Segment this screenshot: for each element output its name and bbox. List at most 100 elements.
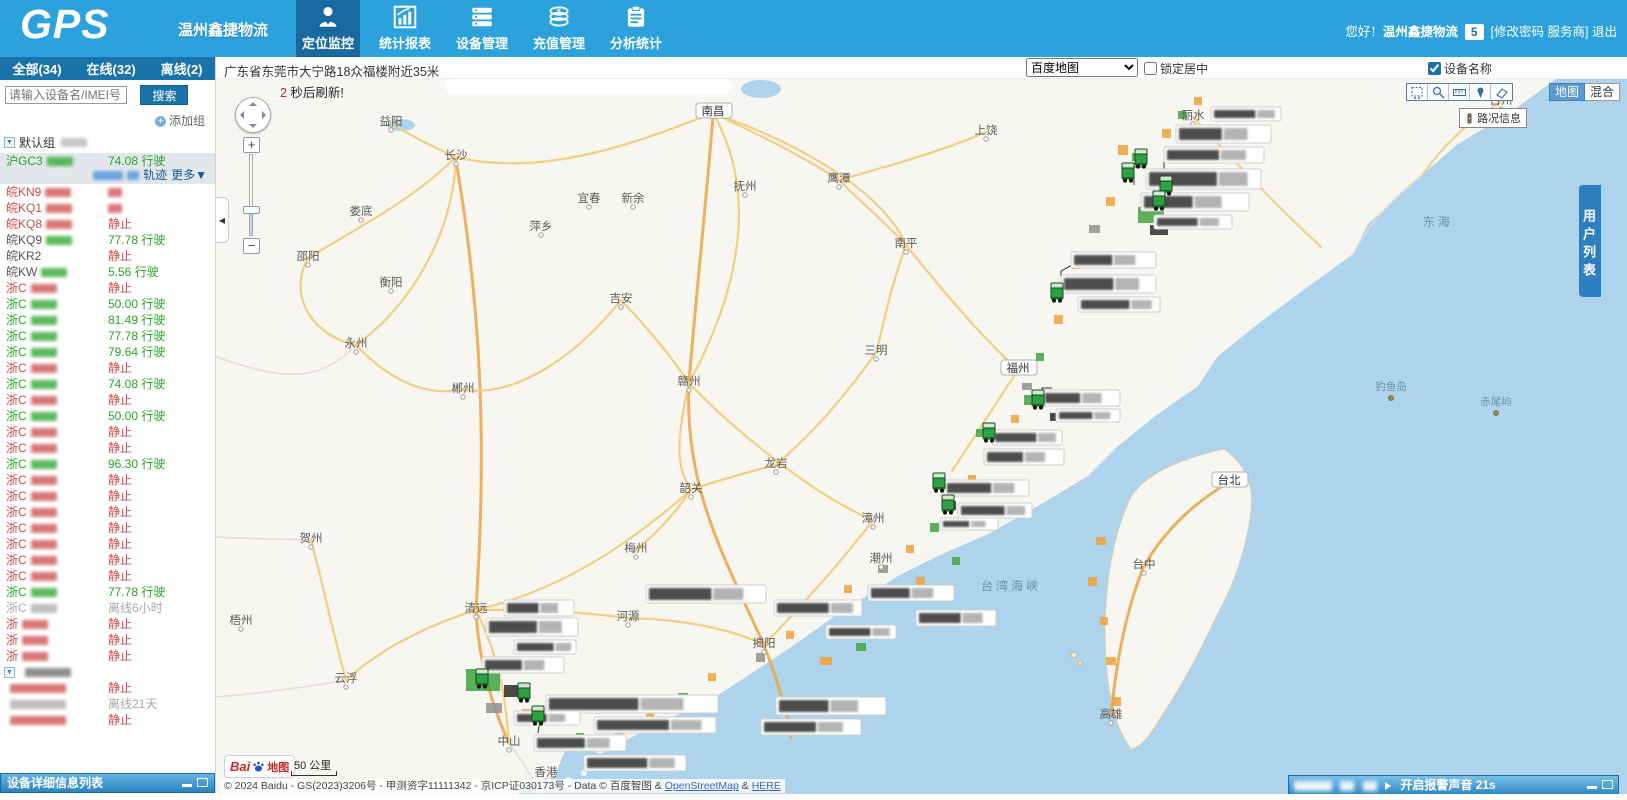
device-search-input[interactable]: [5, 86, 127, 104]
minimize-icon[interactable]: [1587, 786, 1597, 789]
zoom-in-button[interactable]: +: [243, 137, 260, 153]
traffic-info-button[interactable]: 路况信息: [1459, 108, 1527, 128]
zoom-slider-track[interactable]: [249, 154, 253, 236]
device-row[interactable]: 皖KQ1: [0, 200, 215, 216]
device-group-header[interactable]: ▼: [0, 664, 215, 680]
tab-offline-devices[interactable]: 离线(2): [161, 59, 203, 78]
nav-tab-device-management[interactable]: 设备管理: [450, 0, 514, 57]
device-group-header[interactable]: ▼默认组: [0, 131, 215, 153]
message-count-badge[interactable]: 5: [1465, 24, 1484, 40]
device-row[interactable]: 皖KQ8静止: [0, 216, 215, 232]
device-detail-bar[interactable]: 设备详细信息列表: [0, 773, 215, 793]
device-row[interactable]: 静止: [0, 712, 215, 728]
eraser-icon[interactable]: [1491, 84, 1512, 100]
pan-up-icon[interactable]: [249, 102, 257, 106]
zoom-tool-icon[interactable]: [1428, 84, 1449, 100]
device-row[interactable]: 浙静止: [0, 648, 215, 664]
tab-online-devices[interactable]: 在线(32): [87, 59, 136, 78]
device-row[interactable]: 浙C静止: [0, 568, 215, 584]
marquee-select-icon[interactable]: [1407, 84, 1428, 100]
alarm-sound-bar[interactable]: 开启报警声音 21s: [1288, 775, 1619, 795]
add-group-link[interactable]: +添加组: [0, 109, 215, 131]
device-row[interactable]: 浙C离线6小时: [0, 600, 215, 616]
device-action-link[interactable]: 轨迹: [143, 168, 167, 182]
device-row[interactable]: 皖KN9: [0, 184, 215, 200]
device-row[interactable]: 静止: [0, 680, 215, 696]
device-row[interactable]: 浙C静止: [0, 280, 215, 296]
device-row[interactable]: 皖KR2静止: [0, 248, 215, 264]
blurred-label-text: [1115, 278, 1139, 290]
blurred-label-text: [640, 698, 683, 710]
map-pan-control[interactable]: [235, 97, 271, 133]
marker-tool-icon[interactable]: [1470, 84, 1491, 100]
pixelated-artifact: [1096, 537, 1106, 545]
minimize-icon[interactable]: [182, 784, 192, 787]
device-row[interactable]: 皖KW5.56 行驶: [0, 264, 215, 280]
device-row[interactable]: 皖KQ977.78 行驶: [0, 232, 215, 248]
device-row[interactable]: 浙C静止: [0, 440, 215, 456]
user-list-tab[interactable]: 用户列表: [1579, 185, 1601, 297]
restore-icon[interactable]: [1602, 780, 1613, 789]
pan-right-icon[interactable]: [262, 111, 266, 119]
tree-expand-icon[interactable]: ▼: [4, 137, 15, 148]
ruler-icon[interactable]: [1449, 84, 1470, 100]
blurred-label-text: [649, 758, 675, 768]
map-type-select[interactable]: 百度地图: [1026, 58, 1138, 77]
device-row[interactable]: 浙C静止: [0, 392, 215, 408]
nav-tab-analysis-statistics[interactable]: 分析统计: [604, 0, 668, 57]
device-row[interactable]: 离线21天: [0, 696, 215, 712]
device-row[interactable]: 浙C50.00 行驶: [0, 296, 215, 312]
tree-expand-icon[interactable]: ▼: [4, 667, 15, 678]
nav-tab-statistics-report[interactable]: 统计报表: [373, 0, 437, 57]
zoom-out-button[interactable]: −: [243, 238, 260, 254]
device-row[interactable]: 浙C74.08 行驶: [0, 376, 215, 392]
device-row[interactable]: 浙C静止: [0, 536, 215, 552]
nav-tab-location-monitor[interactable]: 定位监控: [296, 0, 360, 57]
device-action-link[interactable]: 更多▼: [171, 168, 207, 182]
change-password-link[interactable]: [修改密码: [1491, 25, 1544, 39]
provider-link[interactable]: 服务商]: [1548, 25, 1589, 39]
device-row[interactable]: 浙C静止: [0, 472, 215, 488]
device-row[interactable]: 浙静止: [0, 616, 215, 632]
device-row[interactable]: 浙C静止: [0, 424, 215, 440]
device-search-bar: 搜索: [0, 80, 215, 109]
map-city-dot: [689, 495, 693, 499]
map-city-dot: [454, 162, 458, 166]
pan-down-icon[interactable]: [249, 124, 257, 128]
layer-hybrid-button[interactable]: 混合: [1585, 83, 1620, 101]
logout-link[interactable]: 退出: [1592, 25, 1617, 39]
sidebar-collapse-handle[interactable]: ◀: [216, 197, 229, 243]
device-row[interactable]: 浙C静止: [0, 504, 215, 520]
device-row[interactable]: 浙C50.00 行驶: [0, 408, 215, 424]
device-row[interactable]: 浙C静止: [0, 520, 215, 536]
zoom-slider-handle[interactable]: [243, 206, 260, 214]
device-row[interactable]: 浙C81.49 行驶: [0, 312, 215, 328]
main-nav: 定位监控 统计报表 设备管理 $ 充值管理 分析统计: [296, 0, 681, 57]
device-row[interactable]: 浙C77.78 行驶: [0, 328, 215, 344]
device-row[interactable]: 浙C77.78 行驶: [0, 584, 215, 600]
device-row[interactable]: 沪GC374.08 行驶轨迹更多▼: [0, 153, 215, 184]
device-row[interactable]: 浙C96.30 行驶: [0, 456, 215, 472]
search-button[interactable]: 搜索: [140, 85, 188, 105]
device-row[interactable]: 浙C静止: [0, 360, 215, 376]
openstreetmap-link[interactable]: OpenStreetMap: [665, 780, 739, 792]
pixelated-artifact: [930, 523, 939, 532]
nav-tab-recharge-management[interactable]: $ 充值管理: [527, 0, 591, 57]
lock-center-checkbox[interactable]: [1144, 62, 1157, 75]
pan-left-icon[interactable]: [240, 111, 244, 119]
map-canvas[interactable]: 益阳南昌长沙上饶鹰潭丽水台州抚州宜春新余萍乡娄底邵阳衡阳南平永州三明福州吉安赣州…: [216, 79, 1627, 800]
device-name-checkbox[interactable]: [1428, 62, 1441, 75]
blurred-label-text: [963, 613, 983, 623]
device-row[interactable]: 浙C静止: [0, 488, 215, 504]
layer-map-button[interactable]: 地图: [1549, 83, 1585, 101]
restore-icon[interactable]: [197, 778, 208, 787]
here-link[interactable]: HERE: [752, 780, 781, 792]
map-city-label: 梅州: [625, 541, 648, 555]
lock-center-option[interactable]: 锁定居中: [1144, 60, 1208, 77]
device-row[interactable]: 浙静止: [0, 632, 215, 648]
blurred-label-text: [1221, 150, 1246, 160]
tab-all-devices[interactable]: 全部(34): [12, 59, 61, 78]
device-name-option[interactable]: 设备名称: [1428, 60, 1492, 77]
device-row[interactable]: 浙C79.64 行驶: [0, 344, 215, 360]
device-row[interactable]: 浙C静止: [0, 552, 215, 568]
